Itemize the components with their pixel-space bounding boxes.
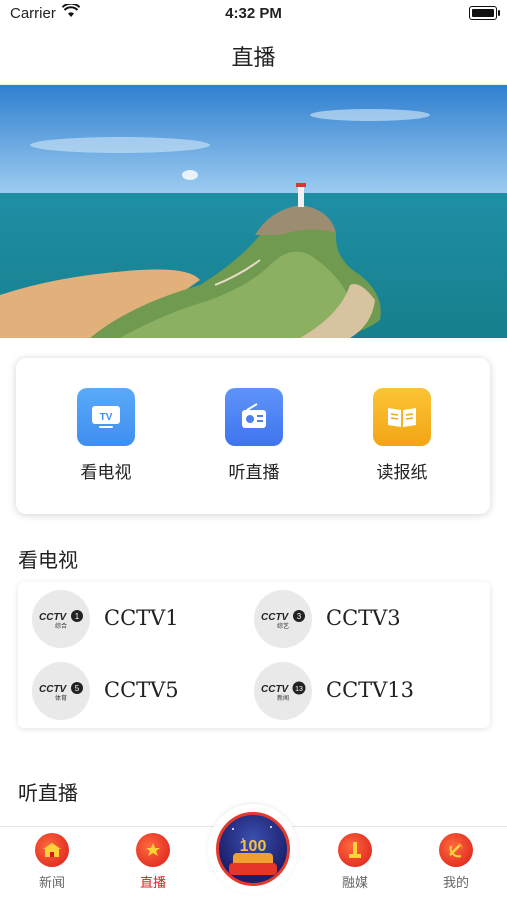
svg-text:综合: 综合 xyxy=(55,622,67,630)
clock: 4:32 PM xyxy=(225,5,282,22)
quick-action-label: 读报纸 xyxy=(376,463,428,483)
channel-item-cctv5[interactable]: CCTV 5 体育 CCTV5 xyxy=(18,660,238,722)
svg-text:1: 1 xyxy=(75,612,80,621)
cctv-logo-icon: CCTV 1 综合 xyxy=(32,590,90,648)
tab-center-anniversary[interactable]: 100 xyxy=(208,804,298,894)
radio-icon xyxy=(225,388,283,446)
quick-action-label: 看电视 xyxy=(80,463,132,483)
tab-mine[interactable]: 我的 xyxy=(421,833,491,891)
quick-action-radio[interactable]: 听直播 xyxy=(194,388,314,483)
quick-action-tv[interactable]: TV 看电视 xyxy=(46,388,166,483)
svg-text:TV: TV xyxy=(100,412,113,423)
battery-icon xyxy=(469,6,500,20)
tab-news[interactable]: 新闻 xyxy=(17,833,87,891)
cctv-logo-icon: CCTV 13 新闻 xyxy=(254,662,312,720)
tab-media[interactable]: 融媒 xyxy=(320,833,390,891)
banner-image[interactable] xyxy=(0,85,507,338)
svg-text:5: 5 xyxy=(75,684,80,693)
anniversary-cake-icon: 100 xyxy=(216,812,290,886)
channel-name: CCTV3 xyxy=(326,606,401,630)
svg-text:CCTV: CCTV xyxy=(39,612,68,623)
tab-label: 新闻 xyxy=(38,876,65,891)
monument-icon xyxy=(338,833,372,867)
svg-text:3: 3 xyxy=(297,612,302,621)
tab-label: 我的 xyxy=(442,876,469,891)
quick-actions-card: TV 看电视 听直播 读报纸 xyxy=(16,358,490,514)
svg-text:CCTV: CCTV xyxy=(39,684,68,695)
channel-name: CCTV13 xyxy=(326,678,415,702)
status-bar: Carrier 4:32 PM xyxy=(0,0,507,28)
tab-label: 直播 xyxy=(139,876,166,891)
svg-text:CCTV: CCTV xyxy=(261,684,290,695)
channel-name: CCTV5 xyxy=(104,678,179,702)
channel-name: CCTV1 xyxy=(104,606,179,630)
svg-text:100: 100 xyxy=(240,838,267,855)
channel-item-cctv1[interactable]: CCTV 1 综合 CCTV1 xyxy=(18,588,238,650)
tab-label: 融媒 xyxy=(341,876,368,891)
tiananmen-icon xyxy=(35,833,69,867)
page-title: 直播 xyxy=(231,46,276,71)
tv-channel-card: CCTV 1 综合 CCTV1 CCTV 3 综艺 CCTV3 CCTV 5 体育 CCTV… xyxy=(18,582,490,728)
flag-star-icon xyxy=(136,833,170,867)
tab-live[interactable]: 直播 xyxy=(118,833,188,891)
cctv-logo-icon: CCTV 3 综艺 xyxy=(254,590,312,648)
party-emblem-icon xyxy=(439,833,473,867)
svg-text:综艺: 综艺 xyxy=(277,622,289,630)
quick-action-newspaper[interactable]: 读报纸 xyxy=(342,388,462,483)
tv-section-title: 看电视 xyxy=(18,548,78,572)
nav-bar: 直播 xyxy=(0,28,507,85)
channel-item-cctv3[interactable]: CCTV 3 综艺 CCTV3 xyxy=(240,588,460,650)
cctv-logo-icon: CCTV 5 体育 xyxy=(32,662,90,720)
svg-text:体育: 体育 xyxy=(55,694,67,702)
svg-text:CCTV: CCTV xyxy=(261,612,290,623)
channel-item-cctv13[interactable]: CCTV 13 新闻 CCTV13 xyxy=(240,660,460,722)
tv-icon: TV xyxy=(77,388,135,446)
radio-section-title: 听直播 xyxy=(18,781,78,805)
svg-text:新闻: 新闻 xyxy=(277,694,289,702)
svg-text:13: 13 xyxy=(295,686,303,693)
book-icon xyxy=(373,388,431,446)
quick-action-label: 听直播 xyxy=(228,463,280,483)
